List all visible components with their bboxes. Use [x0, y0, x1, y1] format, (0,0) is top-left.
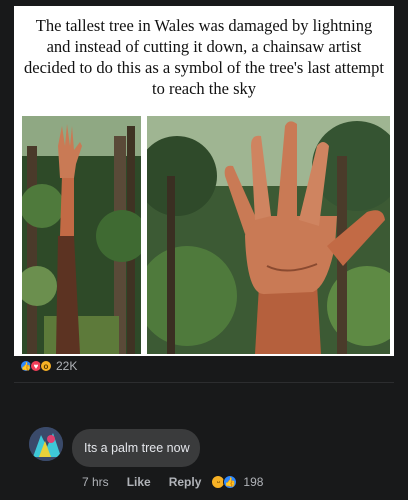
like-icon: 👍 [223, 475, 238, 489]
tree-photo-full[interactable] [22, 116, 141, 354]
comment-like-button[interactable]: Like [127, 475, 151, 489]
avatar[interactable] [29, 427, 63, 461]
divider [14, 382, 394, 383]
wow-icon: o [40, 360, 52, 372]
reaction-count: 22K [56, 359, 78, 373]
post-image-card[interactable]: The tallest tree in Wales was damaged by… [14, 6, 394, 356]
comment-timestamp[interactable]: 7 hrs [82, 475, 109, 489]
comment-text: Its a palm tree now [84, 441, 190, 455]
post-caption: The tallest tree in Wales was damaged by… [24, 16, 384, 98]
tree-hand-closeup-photo[interactable] [147, 116, 390, 354]
comment-actions: 7 hrs Like Reply ᵕ 👍 198 [82, 474, 263, 490]
comment-reaction-count[interactable]: 198 [243, 475, 263, 489]
comment-bubble[interactable]: Its a palm tree now [72, 429, 200, 467]
comment-reply-button[interactable]: Reply [169, 475, 202, 489]
reaction-summary[interactable]: 👍 ♥ o 22K [20, 358, 77, 374]
